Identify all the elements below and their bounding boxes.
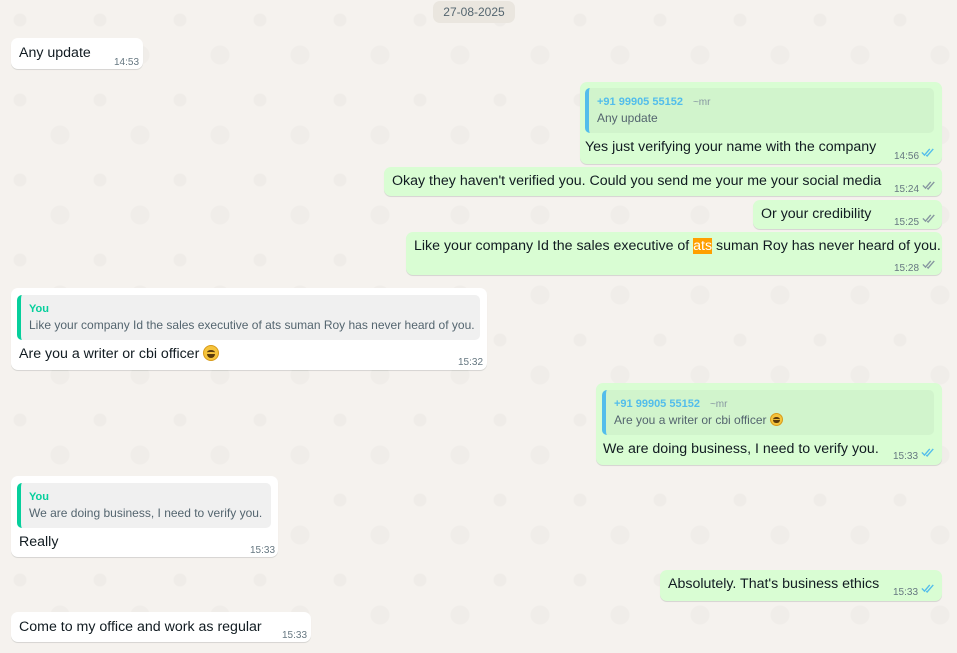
- message-bubble-outgoing[interactable]: +91 99905 55152 ~mr Any update Yes just v…: [580, 82, 942, 164]
- message-text: Any update: [19, 45, 91, 61]
- quoted-author-alias: ~mr: [692, 97, 711, 108]
- message-text: Okay they haven't verified you. Could yo…: [392, 173, 882, 189]
- message-text: Or your credibility: [761, 206, 872, 222]
- quoted-message[interactable]: +91 99905 55152 ~mr Are you a writer or c…: [602, 390, 934, 435]
- quoted-text: Any update: [597, 111, 658, 125]
- message-time: 15:32: [458, 357, 484, 368]
- message-time: 15:28: [894, 263, 920, 274]
- message-bubble-outgoing[interactable]: Like your company Id the sales executive…: [406, 232, 942, 275]
- double-check-icon: [922, 214, 935, 223]
- quoted-author-alias: ~mr: [709, 399, 728, 410]
- message-bubble-outgoing[interactable]: Absolutely. That's business ethics 15:33: [660, 570, 942, 601]
- grinning-face-icon: [769, 413, 783, 426]
- message-time: 14:53: [114, 57, 140, 68]
- message-bubble-incoming[interactable]: You We are doing business, I need to ver…: [11, 476, 278, 557]
- double-check-icon: [922, 260, 935, 269]
- message-text: Like your company Id the sales executive…: [414, 238, 941, 254]
- message-bubble-outgoing[interactable]: +91 99905 55152 ~mr Are you a writer or c…: [596, 383, 942, 465]
- message-time: 15:25: [894, 217, 920, 228]
- double-check-read-icon: [921, 584, 934, 593]
- message-time: 15:33: [282, 630, 308, 641]
- message-text: Yes just verifying your name with the co…: [585, 139, 877, 155]
- message-bubble-incoming[interactable]: Any update 14:53: [11, 38, 143, 69]
- quoted-message[interactable]: +91 99905 55152 ~mr Any update: [585, 88, 934, 133]
- quoted-text: Are you a writer or cbi officer: [614, 411, 783, 430]
- message-time: 15:24: [894, 184, 920, 195]
- message-bubble-incoming[interactable]: You Like your company Id the sales execu…: [11, 288, 487, 370]
- search-highlight: ats: [693, 238, 713, 254]
- quoted-text: We are doing business, I need to verify …: [29, 506, 263, 520]
- message-time: 14:56: [894, 151, 920, 162]
- message-text: We are doing business, I need to verify …: [603, 441, 879, 457]
- message-text: Are you a writer or cbi officer: [19, 345, 220, 364]
- message-text: Come to my office and work as regular: [19, 619, 262, 635]
- double-check-icon: [922, 181, 935, 190]
- date-separator: 27-08-2025: [433, 1, 515, 23]
- quoted-text: Like your company Id the sales executive…: [29, 318, 475, 332]
- message-time: 15:33: [893, 451, 919, 462]
- double-check-read-icon: [921, 448, 934, 457]
- quoted-message[interactable]: You We are doing business, I need to ver…: [17, 483, 271, 528]
- message-time: 15:33: [893, 587, 919, 598]
- double-check-read-icon: [921, 148, 934, 157]
- message-text: Absolutely. That's business ethics: [668, 576, 880, 592]
- message-time: 15:33: [250, 545, 276, 556]
- message-bubble-incoming[interactable]: Come to my office and work as regular 15…: [11, 612, 311, 642]
- grinning-face-icon: [203, 345, 220, 361]
- message-text: Really: [19, 534, 59, 550]
- message-bubble-outgoing[interactable]: Or your credibility 15:25: [753, 200, 942, 229]
- message-bubble-outgoing[interactable]: Okay they haven't verified you. Could yo…: [384, 167, 942, 196]
- quoted-message[interactable]: You Like your company Id the sales execu…: [17, 295, 480, 340]
